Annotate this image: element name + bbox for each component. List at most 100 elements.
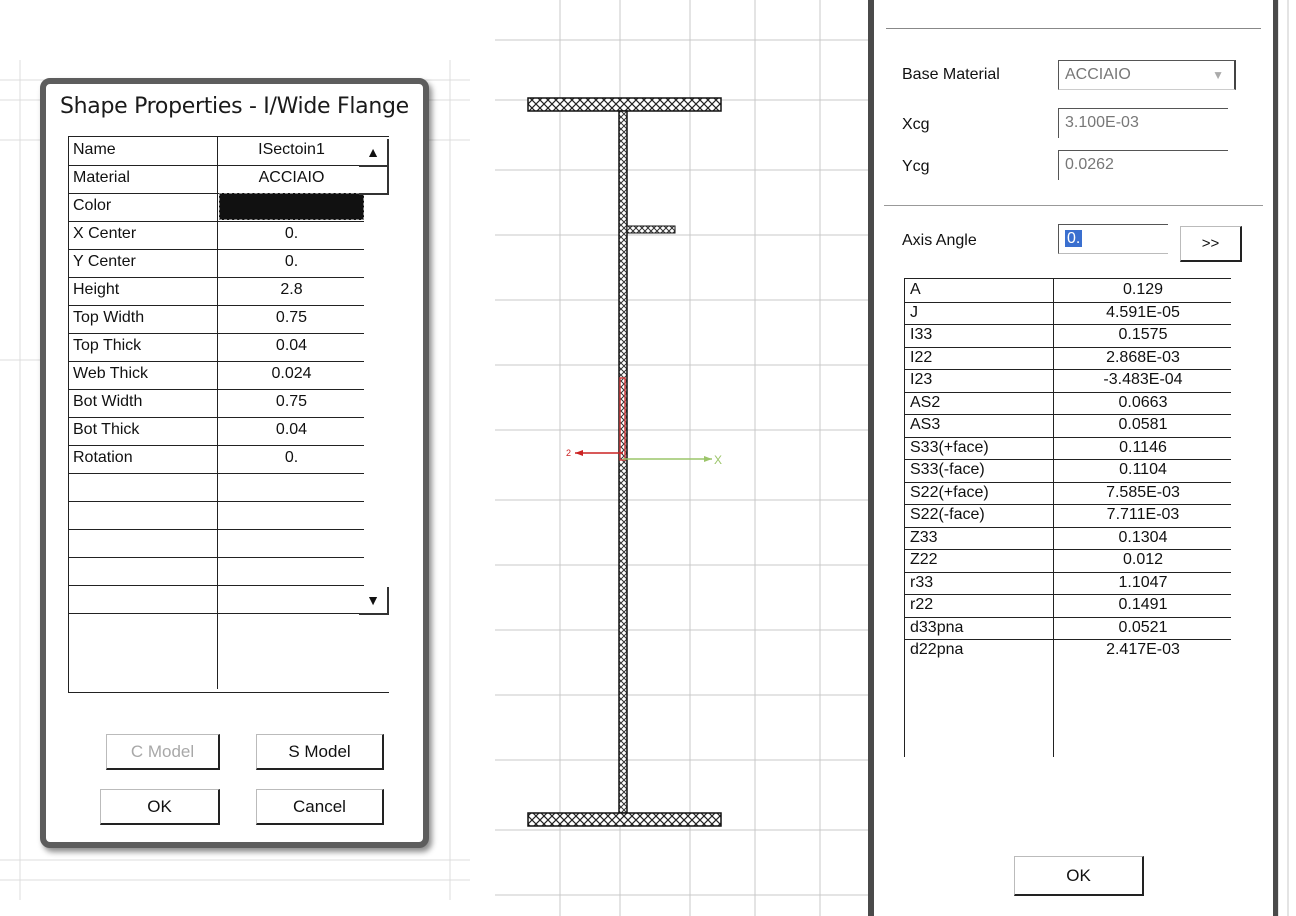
table-row: I23 -3.483E-04 bbox=[905, 369, 1231, 393]
table-cell-name: Z33 bbox=[910, 528, 938, 546]
property-value[interactable]: 2.8 bbox=[219, 281, 364, 299]
table-row: r33 1.1047 bbox=[905, 572, 1231, 595]
color-swatch[interactable] bbox=[219, 193, 364, 220]
table-cell-value: 0.1491 bbox=[1118, 596, 1168, 613]
chevron-down-icon: ▼ bbox=[1212, 68, 1224, 82]
expand-button[interactable]: >> bbox=[1180, 226, 1242, 262]
property-label: Color bbox=[73, 197, 112, 214]
table-row: S33(+face) 0.1146 bbox=[905, 437, 1231, 460]
table-row: S22(-face) 7.711E-03 bbox=[905, 504, 1231, 528]
property-grid: Name ISectoin1 Material ACCIAIO Color X … bbox=[68, 136, 389, 693]
y-axis-label: 2 bbox=[566, 448, 571, 458]
property-label: Name bbox=[73, 141, 116, 158]
property-row-color[interactable]: Color bbox=[69, 193, 364, 222]
table-cell-value: 2.417E-03 bbox=[1106, 641, 1180, 658]
empty-row bbox=[69, 501, 364, 530]
property-label: Top Thick bbox=[73, 337, 142, 354]
property-label: Top Width bbox=[73, 309, 145, 326]
property-value[interactable]: 0. bbox=[219, 449, 364, 467]
scroll-up-button[interactable]: ▲ bbox=[359, 139, 389, 167]
base-material-select[interactable]: ACCIAIO ▼ bbox=[1058, 60, 1236, 90]
property-value[interactable]: 0.75 bbox=[219, 393, 364, 411]
property-value[interactable]: 0.04 bbox=[219, 421, 364, 439]
table-row: S22(+face) 7.585E-03 bbox=[905, 482, 1231, 505]
table-row: d33pna 0.0521 bbox=[905, 617, 1231, 640]
x-axis-label: X bbox=[714, 453, 722, 467]
xcg-value: 3.100E-03 bbox=[1065, 114, 1139, 131]
property-label: Material bbox=[73, 169, 130, 186]
empty-row bbox=[69, 557, 364, 586]
property-value[interactable]: ISectoin1 bbox=[219, 141, 364, 159]
table-cell-name: AS3 bbox=[910, 416, 941, 433]
axis-angle-value: 0. bbox=[1065, 230, 1083, 247]
base-material-value: ACCIAIO bbox=[1065, 66, 1131, 83]
shape-properties-dialog: Shape Properties - I/Wide Flange Name IS… bbox=[40, 78, 429, 848]
top-separator bbox=[886, 28, 1261, 29]
mid-separator bbox=[884, 205, 1263, 206]
ycg-value: 0.0262 bbox=[1065, 156, 1114, 173]
table-row: Z33 0.1304 bbox=[905, 527, 1231, 550]
dialog-title: Shape Properties - I/Wide Flange bbox=[60, 94, 409, 119]
property-value[interactable]: 0.75 bbox=[219, 309, 364, 327]
table-row: I22 2.868E-03 bbox=[905, 347, 1231, 370]
y-axis-arrow-icon bbox=[575, 450, 583, 456]
table-cell-name: I33 bbox=[910, 326, 933, 343]
scroll-down-button[interactable]: ▼ bbox=[359, 587, 389, 615]
property-label: Bot Thick bbox=[73, 421, 140, 438]
table-cell-name: I22 bbox=[910, 348, 933, 366]
ok-button[interactable]: OK bbox=[100, 789, 220, 825]
property-value[interactable]: 0.04 bbox=[219, 337, 364, 355]
table-cell-value: 0.1575 bbox=[1118, 326, 1168, 343]
axis-angle-input[interactable]: 0. bbox=[1058, 224, 1168, 254]
axis-angle-label: Axis Angle bbox=[902, 232, 977, 249]
x-axis-arrow-icon bbox=[704, 456, 712, 462]
s-model-button[interactable]: S Model bbox=[256, 734, 384, 770]
table-cell-name: d33pna bbox=[910, 618, 964, 636]
web bbox=[618, 110, 628, 814]
property-row-bot-thick[interactable]: Bot Thick 0.04 bbox=[69, 417, 364, 446]
property-label: Y Center bbox=[73, 253, 136, 270]
c-model-button[interactable]: C Model bbox=[106, 734, 220, 770]
property-value[interactable]: 0.024 bbox=[219, 365, 364, 383]
property-row-name[interactable]: Name ISectoin1 bbox=[69, 137, 364, 166]
property-row-top-thick[interactable]: Top Thick 0.04 bbox=[69, 333, 364, 362]
ok-button[interactable]: OK bbox=[1014, 856, 1144, 896]
property-row-bot-width[interactable]: Bot Width 0.75 bbox=[69, 389, 364, 418]
section-drawing[interactable]: X 2 bbox=[495, 0, 865, 916]
property-value[interactable]: 0. bbox=[219, 253, 364, 271]
property-value[interactable]: ACCIAIO bbox=[219, 169, 364, 187]
scroll-track[interactable] bbox=[359, 167, 389, 195]
property-row-y-center[interactable]: Y Center 0. bbox=[69, 249, 364, 278]
cancel-button[interactable]: Cancel bbox=[256, 789, 384, 825]
section-properties-panel: Base Material ACCIAIO ▼ Xcg 3.100E-03 Yc… bbox=[868, 0, 1278, 916]
table-row: d22pna 2.417E-03 bbox=[905, 639, 1231, 662]
property-label: X Center bbox=[73, 225, 137, 242]
empty-row bbox=[69, 585, 364, 614]
table-cell-name: S22(-face) bbox=[910, 506, 985, 523]
table-row: r22 0.1491 bbox=[905, 594, 1231, 618]
property-value[interactable]: 0. bbox=[219, 225, 364, 243]
section-properties-table: A 0.129 J 4.591E-05 I33 0.1575 I22 2.868E-03… bbox=[904, 278, 1231, 757]
table-cell-name: I23 bbox=[910, 371, 933, 388]
table-row: I33 0.1575 bbox=[905, 324, 1231, 348]
table-cell-value: 1.1047 bbox=[1118, 573, 1168, 591]
property-row-x-center[interactable]: X Center 0. bbox=[69, 221, 364, 250]
property-row-web-thick[interactable]: Web Thick 0.024 bbox=[69, 361, 364, 390]
property-row-material[interactable]: Material ACCIAIO bbox=[69, 165, 364, 194]
table-cell-value: 4.591E-05 bbox=[1106, 303, 1180, 321]
table-row: A 0.129 bbox=[905, 279, 1231, 303]
xcg-label: Xcg bbox=[902, 116, 930, 133]
table-row: AS3 0.0581 bbox=[905, 414, 1231, 438]
property-row-height[interactable]: Height 2.8 bbox=[69, 277, 364, 306]
property-row-top-width[interactable]: Top Width 0.75 bbox=[69, 305, 364, 334]
property-row-rotation[interactable]: Rotation 0. bbox=[69, 445, 364, 474]
property-label: Rotation bbox=[73, 449, 133, 466]
table-cell-name: d22pna bbox=[910, 641, 964, 658]
table-cell-name: S33(+face) bbox=[910, 438, 989, 456]
table-cell-name: Z22 bbox=[910, 551, 938, 568]
bottom-flange bbox=[527, 812, 722, 827]
table-row: S33(-face) 0.1104 bbox=[905, 459, 1231, 483]
table-cell-value: 0.1104 bbox=[1119, 461, 1167, 478]
table-cell-name: r33 bbox=[910, 573, 934, 591]
empty-row bbox=[69, 529, 364, 558]
